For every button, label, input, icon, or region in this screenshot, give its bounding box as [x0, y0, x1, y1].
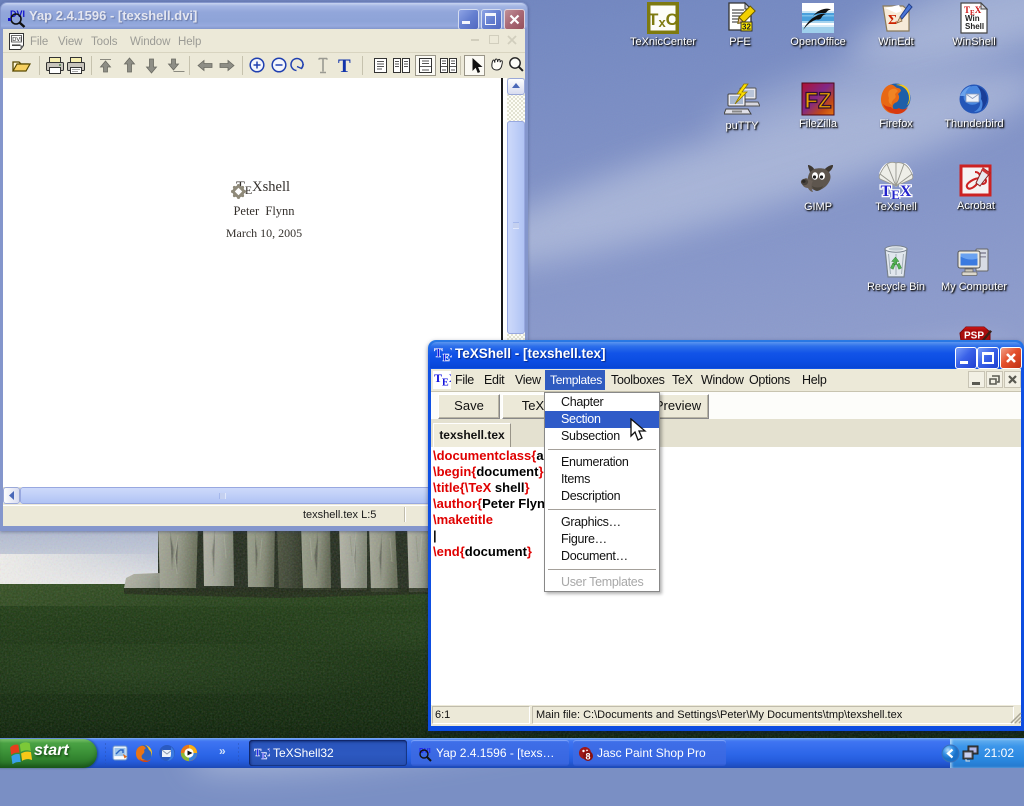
svg-text:Σ: Σ: [888, 13, 897, 28]
svg-text:DVI: DVI: [12, 37, 22, 43]
svg-text:8: 8: [585, 752, 590, 762]
svg-text:TEX: TEX: [254, 747, 270, 761]
svg-text:FZ: FZ: [805, 88, 832, 113]
svg-text:T: T: [338, 56, 351, 77]
svg-text:32: 32: [742, 23, 751, 32]
svg-text:TEX: TEX: [434, 346, 452, 364]
svg-text:TEX: TEX: [434, 372, 451, 389]
svg-text:Shell: Shell: [965, 22, 984, 31]
